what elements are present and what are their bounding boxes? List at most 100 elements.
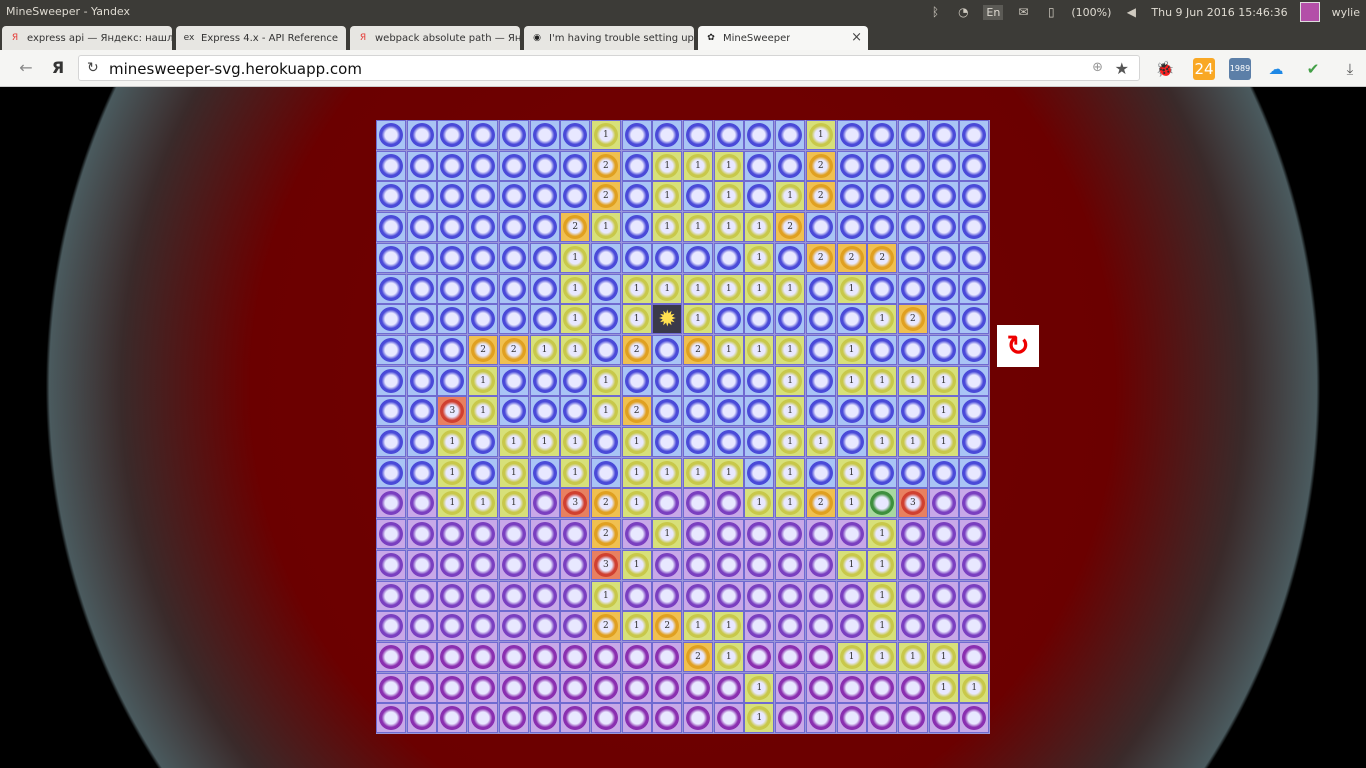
battery-icon[interactable]: ▯ [1043,4,1059,20]
board-cell[interactable] [406,242,437,273]
board-cell[interactable] [683,488,713,519]
board-cell[interactable] [959,427,990,457]
board-cell[interactable] [498,549,529,580]
board-cell[interactable] [897,672,928,703]
board-cell[interactable]: 1 [867,304,898,335]
board-cell[interactable] [437,242,468,273]
board-cell[interactable] [683,427,713,457]
board-cell[interactable] [959,457,990,488]
board-cell[interactable] [775,703,806,734]
board-cell[interactable] [529,457,560,488]
board-cell[interactable]: 1 [437,457,468,488]
board-cell[interactable]: 1 [744,242,775,273]
board-cell[interactable] [376,457,406,488]
board-cell[interactable] [468,641,499,672]
board-cell[interactable] [529,120,560,150]
board-cell[interactable] [560,580,591,611]
board-cell[interactable] [437,273,468,304]
board-cell[interactable] [498,304,529,335]
board-cell[interactable]: 2 [621,396,652,427]
board-cell[interactable] [529,549,560,580]
mail-icon[interactable]: ✉ [1015,4,1031,20]
url-text[interactable]: minesweeper-svg.herokuapp.com [109,60,362,78]
board-cell[interactable] [468,580,499,611]
board-cell[interactable]: 2 [590,181,621,212]
board-cell[interactable] [959,365,990,396]
weather-icon[interactable]: 24 [1193,58,1215,80]
board-cell[interactable] [683,549,713,580]
board-cell[interactable] [437,580,468,611]
board-cell[interactable] [897,549,928,580]
board-cell[interactable] [529,365,560,396]
board-cell[interactable] [652,672,683,703]
board-cell[interactable]: 2 [590,150,621,181]
board-cell[interactable] [928,273,959,304]
board-cell[interactable] [959,181,990,212]
board-cell[interactable] [376,549,406,580]
board-cell[interactable] [683,120,713,150]
board-cell[interactable]: 1 [498,427,529,457]
board-cell[interactable]: 1 [713,457,744,488]
board-cell[interactable] [867,396,898,427]
board-cell[interactable] [744,150,775,181]
board-cell[interactable] [713,549,744,580]
board-cell[interactable] [498,672,529,703]
address-bar[interactable]: ↻ minesweeper-svg.herokuapp.com ⊕ ★ [78,55,1140,81]
board-cell[interactable] [744,611,775,642]
board-cell[interactable] [775,150,806,181]
board-cell[interactable] [621,641,652,672]
board-cell[interactable] [713,703,744,734]
board-cell[interactable]: 3 [590,549,621,580]
board-cell[interactable] [775,304,806,335]
board-cell[interactable] [744,365,775,396]
tab-3[interactable]: Яwebpack absolute path — Ян [350,26,520,50]
board-cell[interactable] [652,120,683,150]
board-cell[interactable]: 2 [590,519,621,550]
board-cell[interactable] [376,365,406,396]
tab-2[interactable]: ex Express 4.x - API Reference [176,26,346,50]
board-cell[interactable] [406,396,437,427]
board-cell[interactable]: 2 [683,334,713,365]
board-cell[interactable] [560,150,591,181]
board-cell[interactable] [621,703,652,734]
board-cell[interactable]: 1 [897,641,928,672]
board-cell[interactable] [928,549,959,580]
board-cell[interactable] [406,672,437,703]
board-cell[interactable] [437,549,468,580]
board-cell[interactable] [406,304,437,335]
board-cell[interactable]: 1 [652,150,683,181]
board-cell[interactable] [867,672,898,703]
board-cell[interactable] [437,672,468,703]
board-cell[interactable] [376,427,406,457]
board-cell[interactable] [468,304,499,335]
board-cell[interactable]: 2 [775,212,806,243]
board-cell[interactable] [406,273,437,304]
board-cell[interactable]: 1 [897,365,928,396]
board-cell[interactable] [529,519,560,550]
board-cell[interactable] [652,488,683,519]
board-cell[interactable]: 1 [867,365,898,396]
board-cell[interactable] [683,181,713,212]
board-cell[interactable]: 1 [590,120,621,150]
board-cell[interactable]: 3 [897,488,928,519]
yandex-logo-button[interactable]: Я [48,58,68,78]
board-cell[interactable] [652,242,683,273]
board-cell[interactable] [897,611,928,642]
board-cell[interactable] [744,181,775,212]
board-cell[interactable] [683,703,713,734]
board-cell[interactable] [560,519,591,550]
board-cell[interactable] [376,212,406,243]
board-cell[interactable] [560,181,591,212]
board-cell[interactable] [928,488,959,519]
board-cell[interactable] [959,703,990,734]
board-cell[interactable]: 1 [652,457,683,488]
board-cell[interactable] [590,703,621,734]
board-cell[interactable] [529,273,560,304]
bookmark-star-icon[interactable]: ★ [1115,59,1129,78]
board-cell[interactable]: 1 [836,641,867,672]
board-cell[interactable] [498,273,529,304]
board-cell[interactable] [897,212,928,243]
board-cell[interactable] [468,427,499,457]
restart-button[interactable]: ↻ [997,325,1039,367]
board-cell[interactable] [590,672,621,703]
